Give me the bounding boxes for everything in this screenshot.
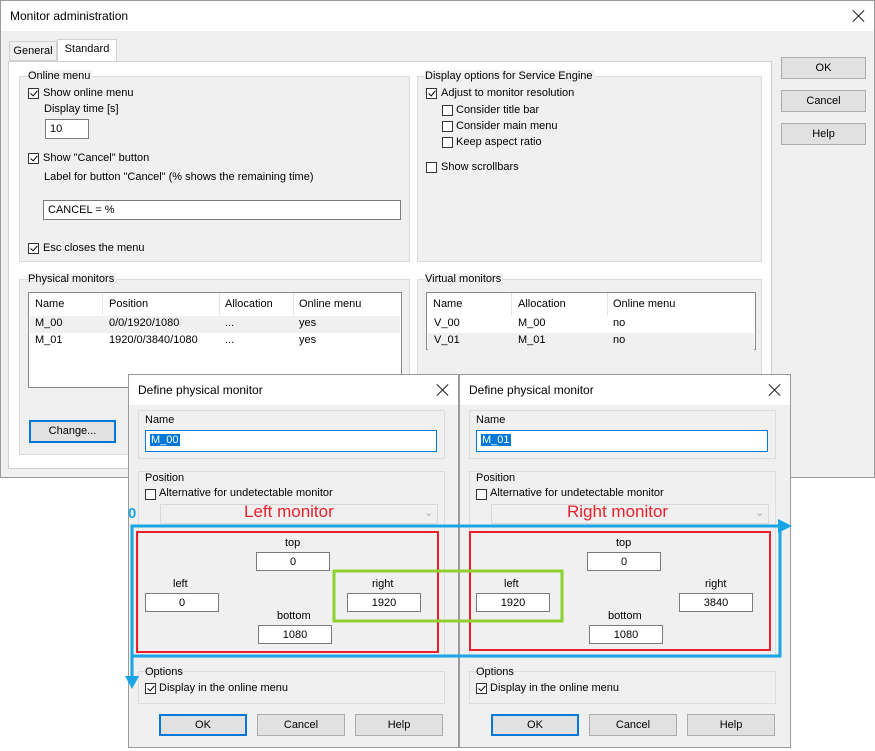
annotation-overlay	[125, 519, 792, 689]
blue-frame-line	[130, 524, 782, 660]
arrow-right-icon	[778, 519, 792, 533]
right-monitor-red-frame	[469, 531, 771, 651]
origin-label: 0	[128, 505, 137, 522]
arrow-down-icon	[125, 676, 139, 689]
left-monitor-red-frame	[136, 531, 439, 653]
boundary-green-frame	[332, 569, 564, 623]
left-monitor-annotation: Left monitor	[244, 502, 334, 521]
right-monitor-annotation: Right monitor	[567, 502, 669, 521]
